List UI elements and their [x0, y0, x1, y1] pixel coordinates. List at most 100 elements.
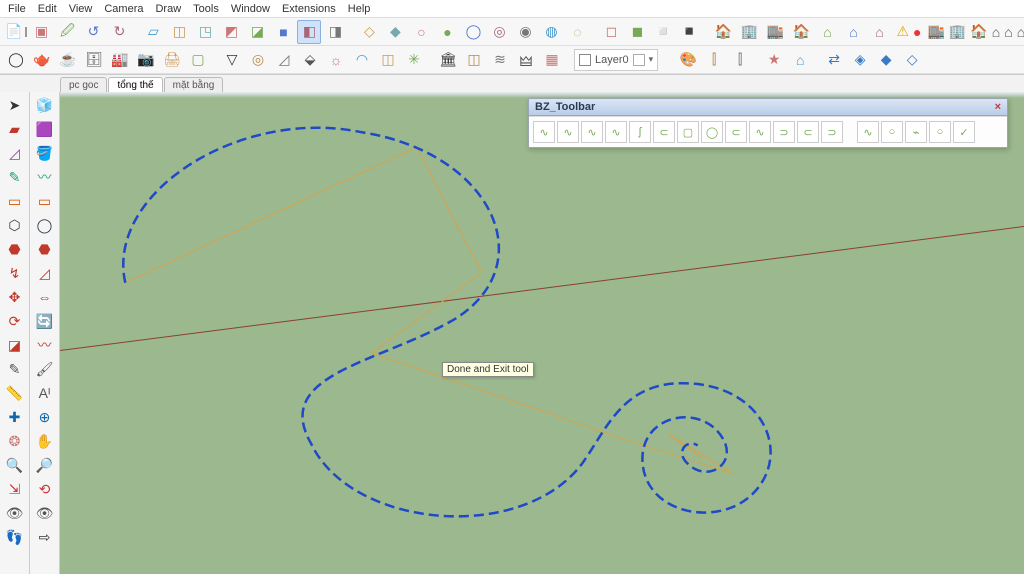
toolbar2-btn-18[interactable]: 🏛 [436, 48, 460, 72]
lefttool2-3[interactable]: 〰 [34, 166, 56, 188]
bz-btn-0[interactable]: ∿ [533, 121, 555, 143]
toolbar2-btn-5[interactable]: 📷 [134, 48, 158, 72]
toolbar2-btn-15[interactable]: ◫ [376, 48, 400, 72]
lefttool2-4[interactable]: ▭ [34, 190, 56, 212]
toolbar1-btn-1[interactable]: 🖉 [55, 20, 79, 44]
lefttool2-5[interactable]: ◯ [34, 214, 56, 236]
lefttool1-2[interactable]: ◿ [4, 142, 26, 164]
toolbar2-btn-22[interactable]: ▦ [540, 48, 564, 72]
toolbar1-btn-10[interactable]: ■ [271, 20, 295, 44]
bz-btn-10[interactable]: ⊃ [773, 121, 795, 143]
lefttool1-8[interactable]: ✥ [4, 286, 26, 308]
scene-tab-matbang[interactable]: mặt bằng [164, 77, 224, 93]
bz-toolbar-titlebar[interactable]: BZ_Toolbar × [529, 99, 1007, 116]
bz-btn-12[interactable]: ⊃ [821, 121, 843, 143]
close-icon[interactable]: × [995, 101, 1001, 113]
menu-file[interactable]: File [4, 2, 30, 16]
toolbar1-btn-2[interactable]: ↺ [81, 20, 105, 44]
lefttool1-4[interactable]: ▭ [4, 190, 26, 212]
toolbar1-btn-21[interactable]: ◍ [539, 20, 563, 44]
home-icon[interactable]: 🏠 [969, 20, 988, 44]
bz-btn-7[interactable]: ◯ [701, 121, 723, 143]
bz-btn-4[interactable]: ʃ [629, 121, 651, 143]
toolbar1-btn-24[interactable]: ◻ [599, 20, 623, 44]
lefttool2-14[interactable]: ✋ [34, 430, 56, 452]
toolbar2-btn-29[interactable]: ⫿ [728, 48, 752, 72]
toolbar2-btn-14[interactable]: ◠ [350, 48, 374, 72]
toolbar1-btn-11[interactable]: ◧ [297, 20, 321, 44]
scene-canvas[interactable] [60, 92, 1024, 574]
toolbar1-btn-30[interactable]: 🏢 [737, 20, 761, 44]
lefttool1-13[interactable]: ✚ [4, 406, 26, 428]
toolbar1-btn-22[interactable]: ◌ [565, 20, 589, 44]
toolbar1-btn-0[interactable]: ▣ [29, 20, 53, 44]
toolbar2-btn-11[interactable]: ◿ [272, 48, 296, 72]
warning-icon[interactable]: ⚠ [895, 20, 910, 44]
viewport[interactable]: Done and Exit tool BZ_Toolbar × ∿∿∿∿ʃ⊂▢◯… [60, 92, 1024, 574]
toolbar1-btn-34[interactable]: ⌂ [841, 20, 865, 44]
style-gradient[interactable] [25, 27, 27, 37]
toolbar1-btn-20[interactable]: ◉ [513, 20, 537, 44]
toolbar1-btn-33[interactable]: ⌂ [815, 20, 839, 44]
building-icon[interactable]: 🏢 [948, 20, 967, 44]
lefttool2-15[interactable]: 🔎 [34, 454, 56, 476]
toolbar2-btn-7[interactable]: ▢ [186, 48, 210, 72]
new-model-icon[interactable]: 📄 [4, 20, 23, 44]
menu-camera[interactable]: Camera [100, 2, 147, 16]
toolbar1-btn-6[interactable]: ◫ [167, 20, 191, 44]
lefttool1-6[interactable]: ⬣ [4, 238, 26, 260]
toolbar1-btn-3[interactable]: ↻ [107, 20, 131, 44]
scene-tab-pcgoc[interactable]: pc goc [60, 77, 107, 93]
toolbar1-btn-29[interactable]: 🏠 [711, 20, 735, 44]
lefttool2-16[interactable]: ⟲ [34, 478, 56, 500]
toolbar2-btn-2[interactable]: ☕ [56, 48, 80, 72]
lefttool1-18[interactable]: 👣 [4, 526, 26, 548]
info-icon[interactable]: ● [912, 20, 922, 44]
toolbar2-btn-27[interactable]: 🎨 [676, 48, 700, 72]
home3-icon[interactable]: ⌂ [1003, 20, 1013, 44]
lefttool2-6[interactable]: ⬣ [34, 238, 56, 260]
toolbar2-btn-36[interactable]: ◆ [874, 48, 898, 72]
bz-btn-6[interactable]: ▢ [677, 121, 699, 143]
lefttool1-15[interactable]: 🔍 [4, 454, 26, 476]
toolbar1-btn-35[interactable]: ⌂ [867, 20, 891, 44]
lefttool2-13[interactable]: ⊕ [34, 406, 56, 428]
toolbar1-btn-19[interactable]: ◎ [487, 20, 511, 44]
bz-btn-18[interactable]: ✓ [953, 121, 975, 143]
lefttool2-8[interactable]: ⇔ [34, 286, 56, 308]
toolbar2-btn-31[interactable]: ★ [762, 48, 786, 72]
scene-tab-tongthe[interactable]: tổng thế [108, 77, 162, 93]
layer-visible-checkbox[interactable] [579, 54, 591, 66]
layer-selector[interactable]: Layer0 ▾ [574, 49, 658, 71]
toolbar1-btn-26[interactable]: ◽ [651, 20, 675, 44]
lefttool1-1[interactable]: ▰ [4, 118, 26, 140]
lefttool2-9[interactable]: 🔄 [34, 310, 56, 332]
lefttool1-10[interactable]: ◪ [4, 334, 26, 356]
bz-btn-11[interactable]: ⊂ [797, 121, 819, 143]
bz-toolbar-panel[interactable]: BZ_Toolbar × ∿∿∿∿ʃ⊂▢◯⊂∿⊃⊂⊃∿○⌁○✓ [528, 98, 1008, 148]
toolbar1-btn-15[interactable]: ◆ [383, 20, 407, 44]
bz-btn-2[interactable]: ∿ [581, 121, 603, 143]
toolbar1-btn-16[interactable]: ○ [409, 20, 433, 44]
bz-btn-9[interactable]: ∿ [749, 121, 771, 143]
lefttool1-0[interactable]: ➤ [4, 94, 26, 116]
toolbar2-btn-10[interactable]: ◎ [246, 48, 270, 72]
toolbar1-btn-9[interactable]: ◪ [245, 20, 269, 44]
menu-view[interactable]: View [65, 2, 97, 16]
bz-btn-3[interactable]: ∿ [605, 121, 627, 143]
menu-window[interactable]: Window [227, 2, 274, 16]
toolbar1-btn-18[interactable]: ◯ [461, 20, 485, 44]
lefttool2-18[interactable]: ⇨ [34, 526, 56, 548]
toolbar1-btn-25[interactable]: ◼ [625, 20, 649, 44]
bz-btn-15[interactable]: ○ [881, 121, 903, 143]
toolbar2-btn-16[interactable]: ✳ [402, 48, 426, 72]
toolbar2-btn-37[interactable]: ◇ [900, 48, 924, 72]
home4-icon[interactable]: ⌂ [1016, 20, 1024, 44]
menu-help[interactable]: Help [344, 2, 375, 16]
bz-btn-16[interactable]: ⌁ [905, 121, 927, 143]
lefttool1-16[interactable]: ⇲ [4, 478, 26, 500]
toolbar1-btn-5[interactable]: ▱ [141, 20, 165, 44]
lefttool1-14[interactable]: ❂ [4, 430, 26, 452]
toolbar2-btn-19[interactable]: ◫ [462, 48, 486, 72]
lefttool1-9[interactable]: ⟳ [4, 310, 26, 332]
